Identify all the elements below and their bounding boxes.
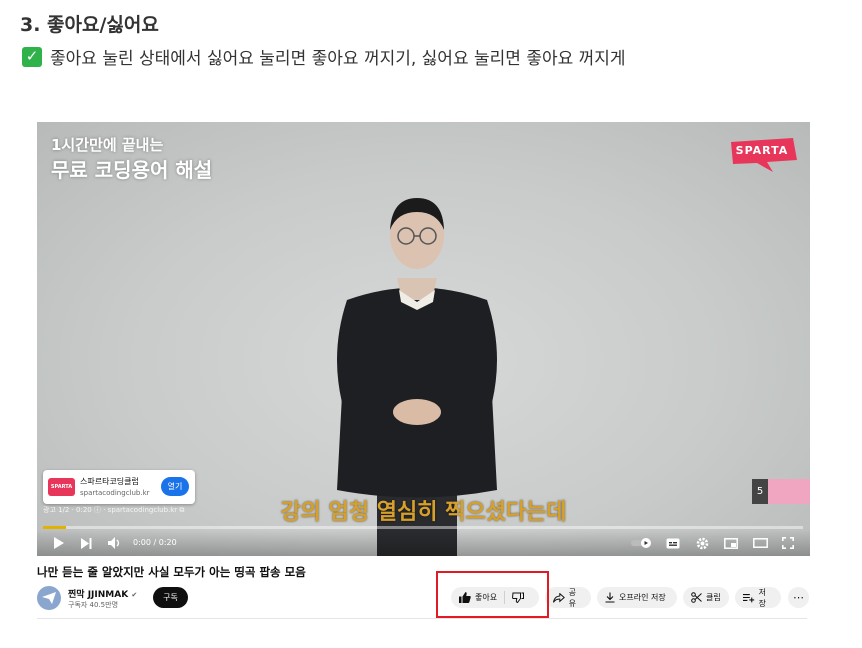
download-button[interactable]: 오프라인 저장 — [597, 587, 677, 608]
ad-logo: SPARTA — [48, 478, 75, 496]
channel-name[interactable]: 찐막 JJINMAK ✔ — [68, 587, 137, 600]
video-player[interactable]: 1시간만에 끝내는 무료 코딩용어 해설 SPARTA 강의 엄청 열심히 찍으… — [37, 122, 810, 556]
subscriber-count: 구독자 40.5만명 — [68, 601, 119, 609]
player-controls: 0:00 / 0:20 — [37, 530, 810, 556]
fullscreen-icon[interactable] — [780, 534, 796, 552]
autoplay-toggle[interactable] — [631, 534, 653, 552]
share-button[interactable]: 공유 — [545, 587, 591, 608]
ad-advertiser-name: 스파르타코딩클럽 — [80, 477, 139, 486]
share-arrow-icon — [553, 592, 565, 603]
more-actions-button[interactable]: ⋯ — [788, 587, 809, 608]
video-overlay-subtitle: 1시간만에 끝내는 — [51, 136, 164, 154]
video-overlay-title: 무료 코딩용어 해설 — [51, 158, 213, 182]
verified-check-icon: ✔ — [131, 591, 138, 599]
divider — [37, 618, 807, 619]
requirement-line: ✓ 좋아요 눌린 상태에서 싫어요 눌리면 좋아요 꺼지기, 싫어요 눌리면 좋… — [22, 44, 626, 69]
video-title: 나만 듣는 줄 알았지만 사실 모두가 아는 띵곡 팝송 모음 — [37, 565, 306, 579]
like-dislike-highlight-box — [436, 571, 549, 618]
ad-marker — [43, 526, 66, 529]
save-label: 저장 — [758, 587, 767, 608]
ad-open-button[interactable]: 열기 — [161, 477, 189, 496]
ad-url: spartacodingclub.kr — [80, 489, 150, 497]
channel-avatar[interactable] — [37, 586, 61, 610]
subscribe-button[interactable]: 구독 — [153, 587, 188, 608]
share-label: 공유 — [568, 587, 577, 608]
channel-name-text: 찐막 JJINMAK — [68, 590, 129, 600]
miniplayer-icon[interactable] — [723, 534, 739, 552]
download-label: 오프라인 저장 — [619, 593, 666, 602]
volume-icon[interactable] — [107, 534, 123, 552]
progress-bar[interactable] — [43, 526, 803, 529]
next-icon[interactable] — [79, 534, 93, 552]
playlist-add-icon — [743, 593, 755, 602]
download-icon — [605, 592, 615, 603]
next-video-card[interactable]: 5 — [752, 479, 810, 504]
scissors-icon — [691, 592, 702, 603]
sparta-logo-text: SPARTA — [735, 144, 789, 157]
requirement-text: 좋아요 눌린 상태에서 싫어요 눌리면 좋아요 꺼지기, 싫어요 눌리면 좋아요… — [50, 49, 626, 69]
save-button[interactable]: 저장 — [735, 587, 781, 608]
paper-plane-icon — [42, 592, 56, 604]
check-mark-icon: ✓ — [22, 46, 42, 67]
next-video-number: 5 — [756, 486, 764, 497]
play-icon[interactable] — [51, 534, 65, 552]
time-display: 0:00 / 0:20 — [133, 538, 177, 547]
section-heading: 3. 좋아요/싫어요 — [20, 14, 159, 36]
clip-button[interactable]: 클립 — [683, 587, 729, 608]
ad-info-text[interactable]: 광고 1/2 · 0:20 ⓘ · spartacodingclub.kr ⧉ — [43, 505, 184, 515]
sparta-logo: SPARTA — [727, 136, 799, 172]
theater-mode-icon[interactable] — [752, 534, 768, 552]
captions-icon[interactable] — [665, 534, 681, 552]
clip-label: 클립 — [706, 593, 721, 602]
next-video-thumbnail — [768, 479, 810, 504]
ad-card[interactable]: SPARTA 스파르타코딩클럽 spartacodingclub.kr 열기 — [43, 470, 195, 504]
settings-gear-icon[interactable] — [694, 534, 710, 552]
